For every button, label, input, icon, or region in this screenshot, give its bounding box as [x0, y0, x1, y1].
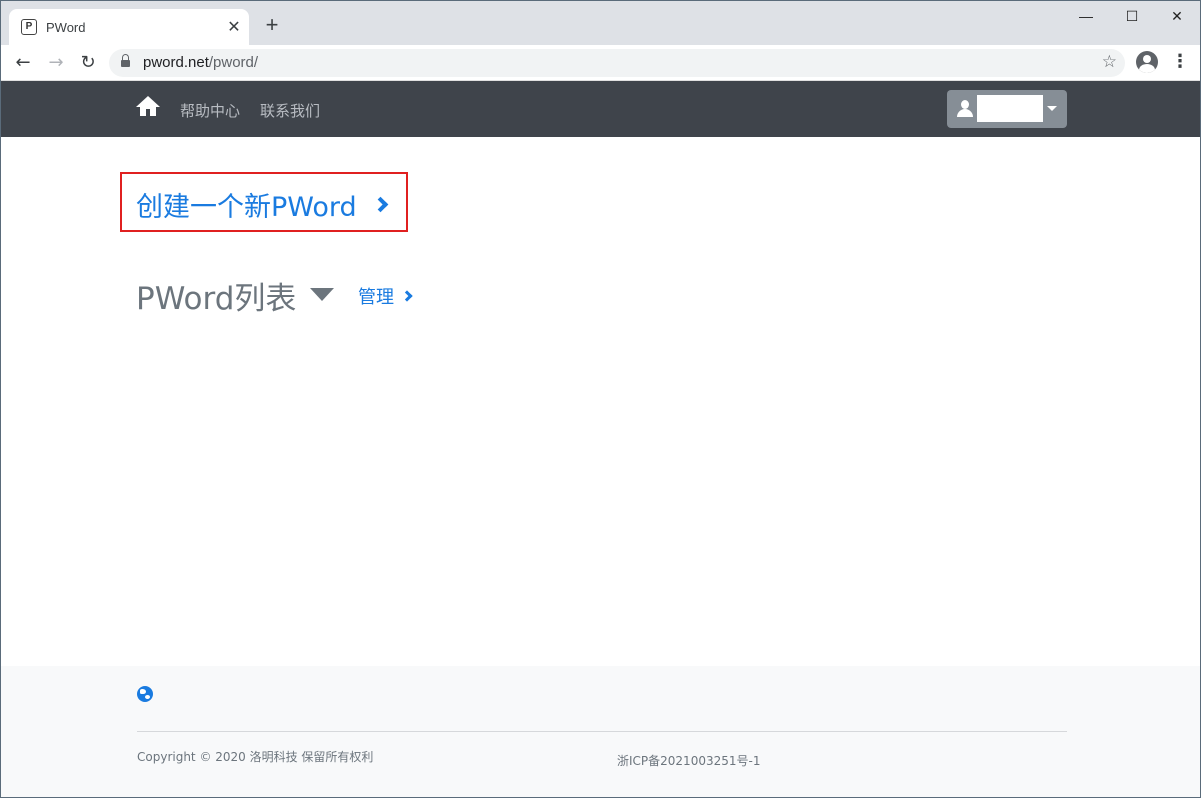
nav-contact-us[interactable]: 联系我们: [260, 100, 320, 121]
manage-label: 管理: [358, 287, 394, 308]
kebab-menu-icon[interactable]: ⋮: [1171, 51, 1189, 73]
pword-list-heading: PWord列表: [136, 275, 297, 317]
site-navbar: 帮助中心 联系我们: [1, 81, 1200, 137]
arrow-left-icon[interactable]: ←: [10, 50, 36, 76]
caret-down-icon: [1047, 106, 1057, 111]
create-new-pword-link[interactable]: 创建一个新PWord: [136, 186, 388, 223]
create-new-pword-label: 创建一个新PWord: [136, 191, 357, 223]
window-close-button[interactable]: ✕: [1154, 5, 1200, 29]
browser-tab-bar: P PWord ✕ + — ☐ ✕: [1, 1, 1200, 45]
maximize-button[interactable]: ☐: [1109, 5, 1155, 29]
user-dropdown-button[interactable]: [947, 90, 1067, 128]
home-icon[interactable]: [136, 96, 160, 118]
tab-title: PWord: [46, 19, 86, 35]
copyright-text: Copyright © 2020 洛明科技 保留所有权利: [137, 750, 374, 764]
minimize-button[interactable]: —: [1063, 5, 1109, 29]
browser-tab[interactable]: P PWord ✕: [9, 9, 249, 45]
manage-link[interactable]: 管理: [358, 284, 413, 308]
lock-icon[interactable]: [121, 54, 130, 68]
new-tab-button[interactable]: +: [261, 14, 283, 37]
browser-toolbar: ← → ↻ pword.net/pword/ ☆: [1, 45, 1200, 81]
pword-list-title: PWord列表: [136, 280, 297, 317]
nav-help-center[interactable]: 帮助中心: [180, 100, 240, 121]
username-redacted: [977, 95, 1043, 122]
favicon-icon: P: [21, 19, 37, 35]
footer-divider: [137, 731, 1067, 732]
arrow-right-icon[interactable]: →: [43, 50, 69, 76]
profile-icon[interactable]: [1136, 51, 1158, 73]
globe-icon[interactable]: [137, 686, 153, 702]
site-footer: Copyright © 2020 洛明科技 保留所有权利 浙ICP备202100…: [1, 666, 1200, 797]
star-icon[interactable]: ☆: [1102, 52, 1117, 72]
user-icon: [957, 100, 973, 118]
address-bar[interactable]: pword.net/pword/ ☆: [109, 49, 1125, 77]
url-text[interactable]: pword.net/pword/: [143, 54, 258, 71]
close-icon[interactable]: ✕: [225, 18, 243, 36]
caret-down-icon[interactable]: [310, 288, 334, 301]
url-host: pword.net: [143, 54, 209, 71]
chevron-right-icon: [372, 196, 388, 212]
reload-icon[interactable]: ↻: [75, 50, 101, 76]
icp-license-link[interactable]: 浙ICP备2021003251号-1: [617, 752, 760, 769]
chevron-right-icon: [401, 290, 413, 302]
url-path: /pword/: [208, 54, 259, 71]
